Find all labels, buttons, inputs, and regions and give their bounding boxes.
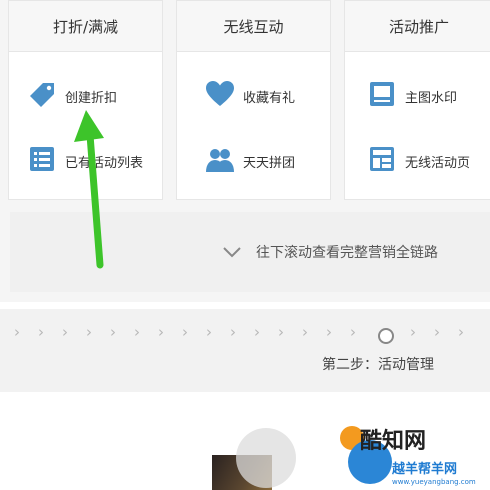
step-chevron: › <box>278 323 284 341</box>
list-icon <box>27 144 57 178</box>
watermark-site: 越羊帮羊网 <box>392 462 458 477</box>
step-chevron: › <box>134 323 140 341</box>
step-indicator[interactable] <box>378 328 394 344</box>
step-chevron: › <box>410 323 416 341</box>
chevron-down-icon <box>223 247 241 258</box>
wireless-activity-page-label: 无线活动页 <box>405 155 471 171</box>
step-chevron: › <box>86 323 92 341</box>
step-chevron: › <box>350 323 356 341</box>
step-progress: › › › › › › › › › › › › › › › › › › 第二步：… <box>0 309 490 392</box>
step-chevron: › <box>326 323 332 341</box>
group-buy-link[interactable]: 天天拼团 <box>205 144 295 178</box>
step-chevron: › <box>434 323 440 341</box>
group-icon <box>205 144 235 178</box>
step-chevron: › <box>158 323 164 341</box>
picture-icon <box>367 79 397 113</box>
favorite-gift-label: 收藏有礼 <box>243 90 296 106</box>
activity-list-label: 已有活动列表 <box>65 155 144 171</box>
scroll-hint-bar[interactable]: 往下滚动查看完整营销全链路 <box>10 212 490 292</box>
favorite-gift-link[interactable]: 收藏有礼 <box>205 79 295 113</box>
create-discount-label: 创建折扣 <box>65 90 118 106</box>
step-chevron: › <box>62 323 68 341</box>
page-layout-icon <box>367 144 397 178</box>
card-discount: 打折/满减 创建折扣 已有活动列表 <box>8 0 163 200</box>
scroll-hint-text: 往下滚动查看完整营销全链路 <box>256 245 438 261</box>
heart-icon <box>205 79 235 113</box>
step-chevron: › <box>458 323 464 341</box>
step-chevron: › <box>14 323 20 341</box>
step-chevron: › <box>206 323 212 341</box>
card-title: 活动推广 <box>345 1 490 52</box>
wireless-activity-page-link[interactable]: 无线活动页 <box>367 144 470 178</box>
card-wireless: 无线互动 收藏有礼 天天拼团 <box>176 0 331 200</box>
step-chevron: › <box>254 323 260 341</box>
step-chevron: › <box>302 323 308 341</box>
group-buy-label: 天天拼团 <box>243 155 296 171</box>
step-chevron: › <box>230 323 236 341</box>
activity-list-link[interactable]: 已有活动列表 <box>27 144 143 178</box>
card-title: 无线互动 <box>177 1 330 52</box>
card-promotion: 活动推广 主图水印 无线活动页 <box>344 0 490 200</box>
step-chevron: › <box>38 323 44 341</box>
step-chevron: › <box>110 323 116 341</box>
step-two-label: 第二步：活动管理 <box>322 357 434 373</box>
main-image-watermark-link[interactable]: 主图水印 <box>367 79 457 113</box>
watermark-circle <box>236 428 296 488</box>
card-title: 打折/满减 <box>9 1 162 52</box>
main-image-watermark-label: 主图水印 <box>405 90 458 106</box>
step-chevron: › <box>182 323 188 341</box>
price-tag-icon <box>27 79 57 113</box>
watermark-brand: 酷知网 <box>360 429 427 454</box>
watermark-url: www.yueyangbang.com <box>392 478 476 486</box>
create-discount-link[interactable]: 创建折扣 <box>27 79 117 113</box>
